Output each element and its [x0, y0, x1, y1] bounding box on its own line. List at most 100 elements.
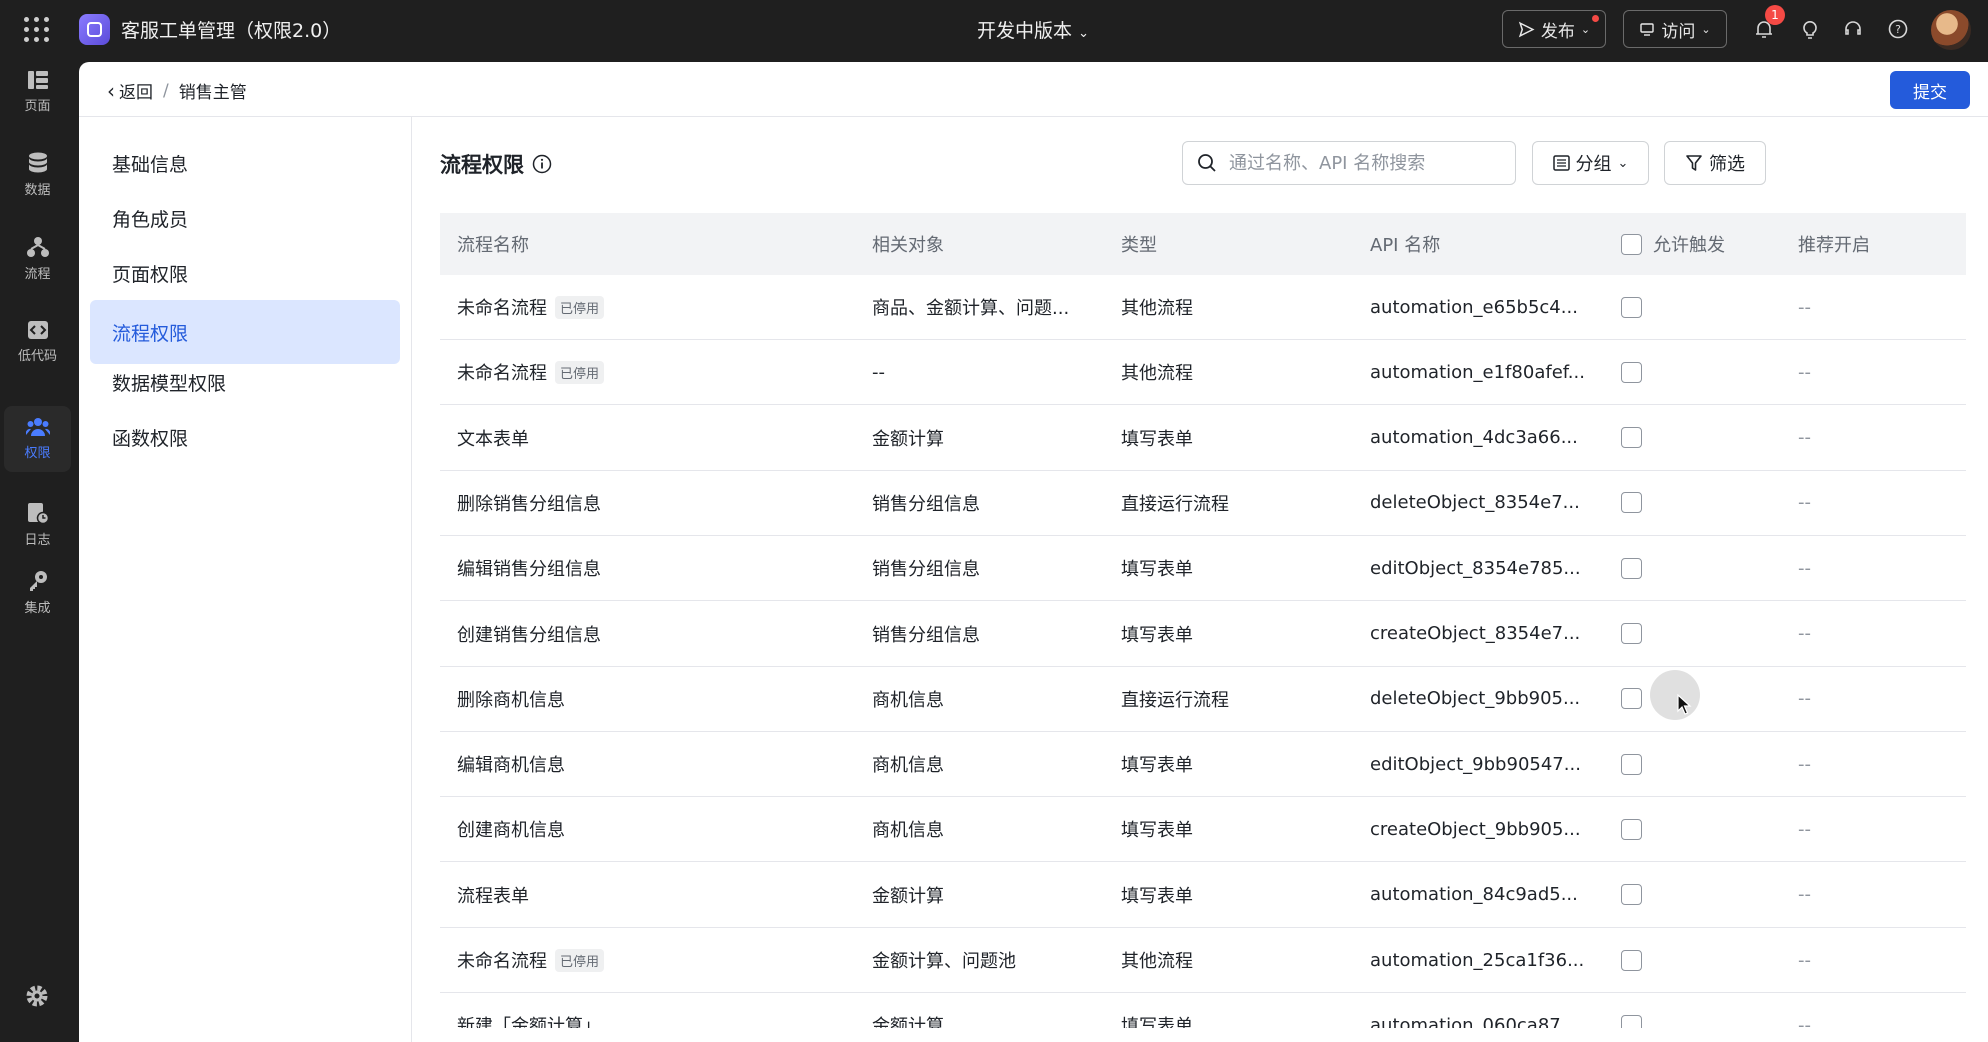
- allow-trigger-checkbox[interactable]: [1621, 1014, 1642, 1028]
- related-object-cell: 金额计算: [872, 885, 944, 907]
- back-label: 返回: [119, 83, 153, 103]
- api-name-cell: createObject_9bb905...: [1370, 818, 1581, 840]
- top-bar: 客服工单管理（权限2.0） 开发中版本 ⌄ 发布 ⌄ 访问 ⌄ 1 ?: [0, 0, 1988, 59]
- submit-button[interactable]: 提交: [1890, 71, 1970, 109]
- table-row[interactable]: 创建销售分组信息 销售分组信息 填写表单 createObject_8354e7...…: [440, 602, 1966, 667]
- type-cell: 其他流程: [1121, 951, 1193, 972]
- table-row[interactable]: 新建「金额计算」 金额计算 填写表单 automation_060ca87... --: [440, 993, 1966, 1028]
- disabled-tag: 已停用: [555, 948, 605, 972]
- flow-name[interactable]: 新建「金额计算」: [457, 1012, 601, 1028]
- flow-name[interactable]: 未命名流程: [457, 359, 547, 385]
- publish-label: 发布: [1540, 21, 1575, 42]
- allow-trigger-checkbox[interactable]: [1621, 818, 1642, 840]
- main-panel: ‹ 返回 / 销售主管 提交 基础信息 角色成员 页面权限 流程权限 数据模型权…: [79, 62, 1988, 1042]
- rail-label: 流程: [24, 267, 51, 282]
- settings-gear-icon[interactable]: [24, 983, 50, 1013]
- header-api-name[interactable]: API 名称: [1370, 213, 1440, 275]
- filter-label: 筛选: [1709, 154, 1745, 175]
- permission-menu: 基础信息 角色成员 页面权限 流程权限 数据模型权限 函数权限: [79, 117, 412, 1042]
- api-name-cell: automation_4dc3a66...: [1370, 427, 1578, 449]
- version-selector[interactable]: 开发中版本 ⌄: [977, 16, 1089, 43]
- info-icon[interactable]: [532, 154, 552, 174]
- rail-item-integration[interactable]: 集成: [4, 560, 71, 626]
- table-row[interactable]: 编辑销售分组信息 销售分组信息 填写表单 editObject_8354e785...…: [440, 536, 1966, 602]
- rail-label: 日志: [24, 533, 51, 548]
- table-row[interactable]: 未命名流程 已停用 金额计算、问题池 其他流程 automation_25ca1f36.…: [440, 928, 1966, 993]
- allow-trigger-checkbox[interactable]: [1621, 557, 1642, 579]
- flow-name[interactable]: 文本表单: [457, 425, 529, 451]
- version-label: 开发中版本: [977, 20, 1073, 42]
- allow-trigger-checkbox[interactable]: [1621, 361, 1642, 383]
- rail-item-page[interactable]: 页面: [4, 59, 71, 125]
- flow-name[interactable]: 未命名流程: [457, 294, 547, 320]
- allow-trigger-cell: [1621, 406, 1642, 470]
- headset-icon[interactable]: [1841, 17, 1865, 41]
- table-row[interactable]: 文本表单 金额计算 填写表单 automation_4dc3a66... --: [440, 406, 1966, 471]
- menu-item-page-permission[interactable]: 页面权限: [90, 241, 400, 305]
- allow-trigger-checkbox[interactable]: [1621, 427, 1642, 449]
- group-button[interactable]: 分组 ⌄: [1532, 141, 1649, 185]
- filter-icon: [1686, 155, 1702, 171]
- flow-name-cell: 未命名流程 已停用: [457, 340, 605, 404]
- filter-button[interactable]: 筛选: [1664, 141, 1766, 185]
- allow-trigger-checkbox[interactable]: [1621, 688, 1642, 710]
- allow-trigger-checkbox[interactable]: [1621, 623, 1642, 644]
- allow-trigger-checkbox[interactable]: [1621, 753, 1642, 775]
- chevron-down-icon: ⌄: [1617, 155, 1629, 171]
- apps-grid-icon[interactable]: [24, 17, 50, 43]
- rail-item-log[interactable]: 日志: [4, 492, 71, 558]
- related-object-cell: 商机信息: [872, 755, 944, 777]
- allow-trigger-checkbox[interactable]: [1621, 949, 1642, 971]
- header-type[interactable]: 类型: [1121, 213, 1157, 275]
- visit-label: 访问: [1661, 21, 1696, 42]
- table-row[interactable]: 编辑商机信息 商机信息 填写表单 editObject_9bb90547... --: [440, 732, 1966, 798]
- type-cell: 填写表单: [1121, 885, 1193, 907]
- recommend-cell: --: [1798, 557, 1811, 579]
- content-area: 流程权限 分组 ⌄ 筛选 流程名称 相关对象 类型 API 名称 允许触: [412, 117, 1988, 1042]
- flow-name[interactable]: 编辑商机信息: [457, 751, 565, 777]
- header-allow-trigger: 允许触发: [1621, 213, 1725, 275]
- flow-name[interactable]: 创建商机信息: [457, 816, 565, 842]
- api-name-cell: createObject_8354e7...: [1370, 623, 1581, 644]
- flow-name[interactable]: 编辑销售分组信息: [457, 555, 601, 581]
- type-cell: 填写表单: [1121, 755, 1193, 777]
- back-link[interactable]: ‹ 返回: [107, 78, 153, 104]
- rail-item-permission[interactable]: 权限: [4, 406, 71, 472]
- avatar[interactable]: [1931, 10, 1971, 50]
- flow-name[interactable]: 创建销售分组信息: [457, 621, 601, 647]
- header-related-object[interactable]: 相关对象: [872, 213, 944, 275]
- visit-button[interactable]: 访问 ⌄: [1623, 10, 1727, 48]
- header-recommend[interactable]: 推荐开启: [1798, 213, 1870, 275]
- rail-item-lowcode[interactable]: 低代码: [4, 309, 71, 375]
- allow-trigger-checkbox[interactable]: [1621, 296, 1642, 318]
- flow-name[interactable]: 删除商机信息: [457, 686, 565, 712]
- help-icon[interactable]: ?: [1886, 17, 1910, 41]
- lightbulb-icon[interactable]: [1798, 17, 1822, 41]
- flow-name[interactable]: 流程表单: [457, 882, 529, 908]
- table-row[interactable]: 未命名流程 已停用 商品、金额计算、问题... 其他流程 automation_e65b…: [440, 275, 1966, 340]
- select-all-checkbox[interactable]: [1621, 233, 1642, 255]
- table-row[interactable]: 删除商机信息 商机信息 直接运行流程 deleteObject_9bb905... --: [440, 667, 1966, 732]
- table-row[interactable]: 未命名流程 已停用 -- 其他流程 automation_e1f80afef... --: [440, 340, 1966, 406]
- allow-trigger-checkbox[interactable]: [1621, 884, 1642, 906]
- log-icon: [27, 503, 49, 524]
- type-cell: 填写表单: [1121, 428, 1193, 450]
- table-row[interactable]: 删除销售分组信息 销售分组信息 直接运行流程 deleteObject_8354e7.…: [440, 471, 1966, 536]
- search-input[interactable]: [1229, 152, 1499, 174]
- flow-name[interactable]: 未命名流程: [457, 947, 547, 973]
- related-object-cell: --: [872, 361, 885, 383]
- table-row[interactable]: 流程表单 金额计算 填写表单 automation_84c9ad5... --: [440, 863, 1966, 928]
- rail-item-data[interactable]: 数据: [4, 142, 71, 208]
- table-header: 流程名称 相关对象 类型 API 名称 允许触发 推荐开启: [440, 213, 1966, 275]
- header-flow-name[interactable]: 流程名称: [457, 213, 529, 275]
- publish-button[interactable]: 发布 ⌄: [1502, 10, 1606, 48]
- table-row[interactable]: 创建商机信息 商机信息 填写表单 createObject_9bb905... --: [440, 797, 1966, 863]
- api-name-cell: automation_e65b5c4...: [1370, 296, 1578, 318]
- flow-name-cell: 创建商机信息: [457, 797, 565, 861]
- allow-trigger-cell: [1621, 732, 1642, 796]
- flow-name[interactable]: 删除销售分组信息: [457, 490, 601, 516]
- menu-item-function-permission[interactable]: 函数权限: [90, 405, 400, 469]
- allow-trigger-checkbox[interactable]: [1621, 492, 1642, 514]
- key-icon: [29, 571, 47, 591]
- rail-item-flow[interactable]: 流程: [4, 226, 71, 292]
